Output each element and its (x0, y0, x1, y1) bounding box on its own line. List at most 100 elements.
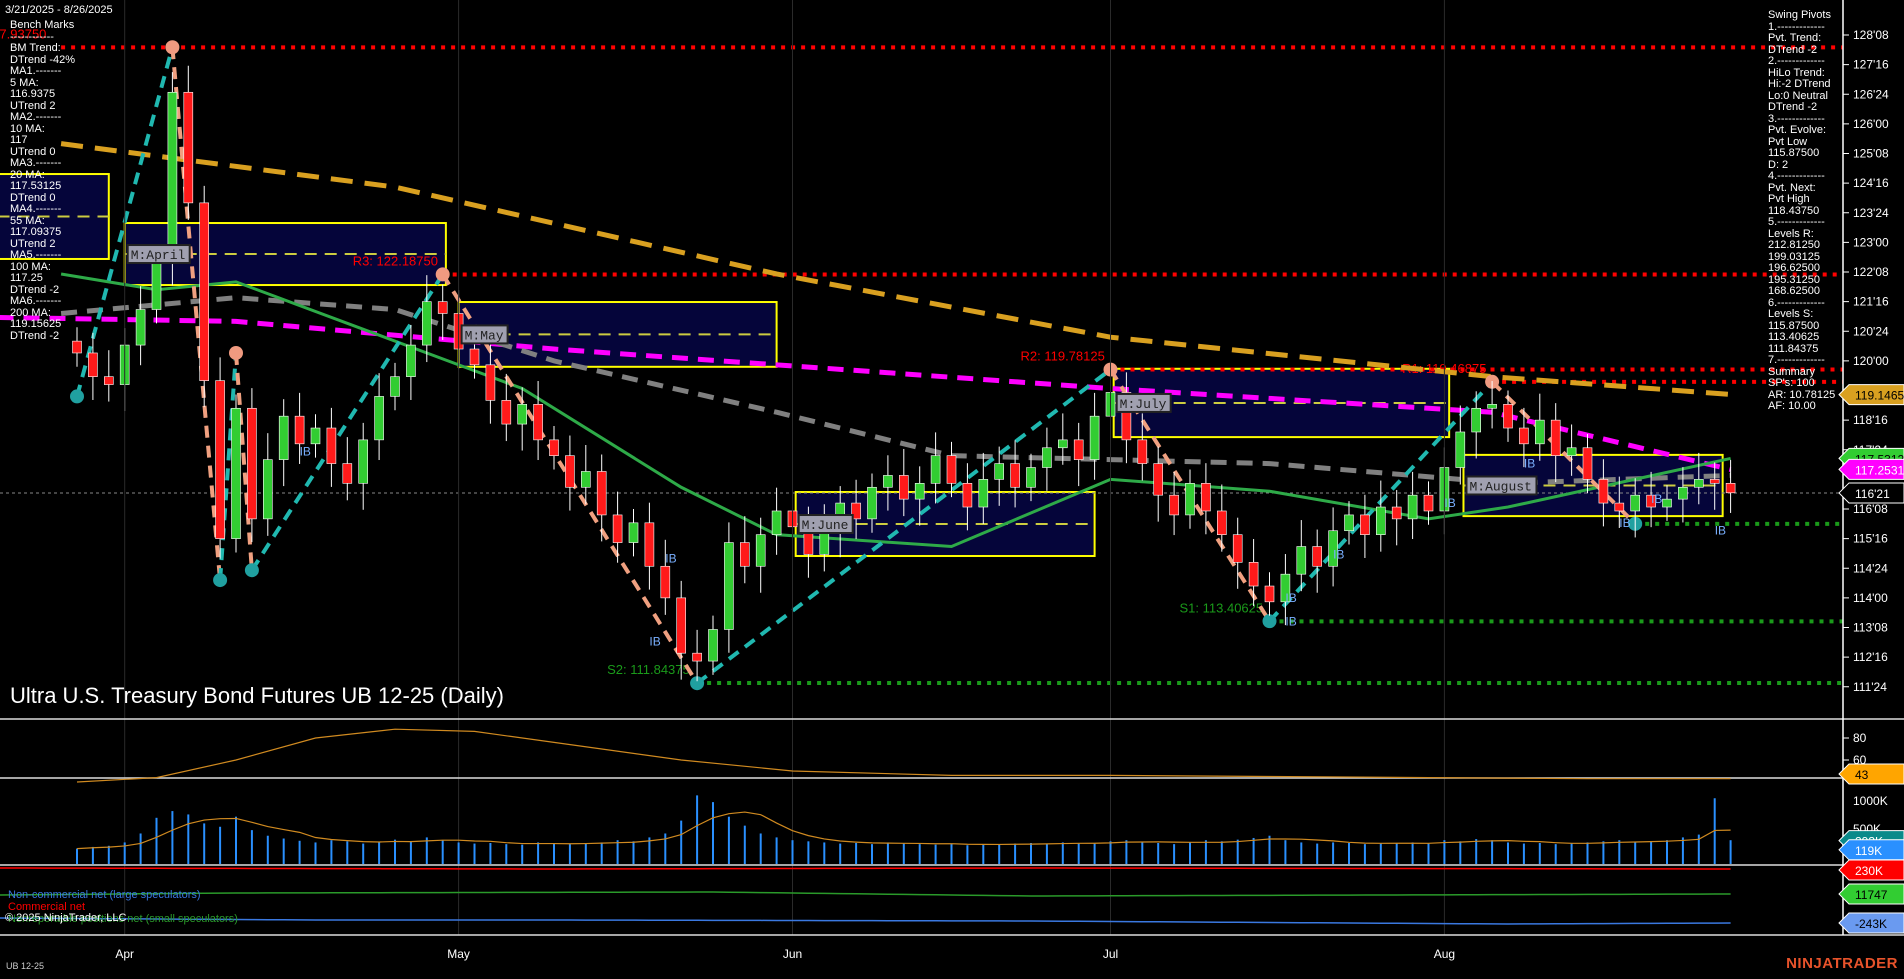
bm-line: BM Trend: (10, 42, 61, 54)
price-chart[interactable]: R4: 127.93750R3: 122.18750R2: 119.78125R… (0, 0, 1904, 979)
sp-line: 212.81250 (1768, 239, 1820, 251)
candle (104, 350, 114, 402)
sp-line: Pvt High (1768, 193, 1810, 205)
y-tick-label: 123'24 (1853, 206, 1889, 220)
ib-label: IB (1285, 615, 1296, 629)
candle-body (390, 376, 400, 397)
candle-body (755, 534, 766, 567)
instrument-label: UB 12-25 (6, 961, 45, 971)
candle (1264, 572, 1275, 616)
candle-body (549, 439, 559, 456)
candle-body (739, 542, 750, 567)
candle-body (342, 463, 353, 484)
y-tick-label: 113'08 (1853, 621, 1888, 635)
candle-body (485, 364, 496, 401)
sp-line: 196.62500 (1768, 262, 1820, 274)
swing-pivots-panel: Swing Pivots 1.------------- Pvt. Trend: DT… (1768, 9, 1835, 413)
monthly-box-label: M:August (1469, 479, 1531, 494)
candle-body (1503, 404, 1513, 429)
ib-label: IB (1524, 457, 1535, 471)
swing-pivot-marker (165, 40, 180, 55)
candle-body (660, 565, 671, 599)
volume-tag: 119K (1855, 844, 1882, 858)
ib-label: IB (1715, 524, 1726, 538)
volume-average-line (76, 811, 1731, 850)
candle-body (1535, 419, 1545, 445)
candle (1042, 427, 1052, 491)
candle-body (1201, 483, 1211, 512)
cot-tag: -243K (1855, 917, 1887, 931)
candle-body (1185, 483, 1195, 516)
ib-label: IB (1285, 591, 1296, 605)
candle-body (167, 91, 178, 263)
candle-body (1391, 506, 1402, 520)
candle (596, 454, 607, 542)
candle-body (1137, 439, 1148, 464)
candle (1248, 539, 1259, 607)
candle-body (437, 301, 448, 314)
candle (262, 433, 273, 536)
candle-body (692, 652, 702, 662)
bm-line: 116.9375 (10, 88, 56, 100)
candle-body (580, 471, 591, 488)
candle-body (1026, 467, 1036, 488)
candle-body (1519, 427, 1529, 445)
candle (739, 516, 750, 584)
candle (692, 629, 702, 682)
candle-body (72, 340, 82, 354)
candle-body (151, 261, 162, 310)
candle-body (1694, 479, 1704, 488)
y-tick-label: 114'24 (1853, 561, 1888, 575)
candle-body (1725, 483, 1736, 494)
bm-line: 117 (10, 134, 28, 146)
indicator-tick-label: 80 (1853, 731, 1867, 745)
moving-average-100ma (0, 314, 1732, 472)
cot-line (0, 917, 1731, 925)
candle-body (724, 542, 734, 630)
sp-line: 5.------------- (1768, 216, 1825, 228)
volume-tick-label: 1000K (1853, 794, 1888, 808)
y-tick-label: 114'00 (1853, 591, 1888, 605)
candle-body (565, 455, 575, 488)
candle-body (1010, 463, 1020, 488)
candle-body (708, 629, 718, 662)
candle-body (1471, 407, 1481, 433)
candle-body (262, 459, 273, 520)
candle-body (1264, 585, 1275, 603)
candle-body (247, 407, 257, 520)
x-tick-label: Jun (783, 947, 802, 961)
cot-line (0, 867, 1731, 870)
candle (183, 65, 194, 220)
sp-line: Hi:-2 DTrend (1768, 78, 1831, 90)
candle (580, 445, 591, 505)
y-tick-label: 120'00 (1853, 354, 1889, 368)
candle (565, 435, 575, 511)
pivot-level-label: S1: 113.40625 (1180, 600, 1264, 615)
monthly-box-label: M:July (1120, 397, 1167, 412)
candle (1312, 529, 1322, 593)
candle-body (310, 427, 321, 445)
y-tick-label: 127'16 (1853, 58, 1889, 72)
sp-line: DTrend -2 (1768, 101, 1818, 113)
y-tick-label: 128'08 (1853, 28, 1889, 42)
swing-pivot-marker (1262, 614, 1277, 629)
sp-line: 4.------------- (1768, 170, 1825, 182)
candle-body (1598, 479, 1609, 504)
candle-body (946, 455, 957, 484)
candle (374, 373, 384, 461)
bm-line: MA6.------- (10, 295, 62, 307)
candle (358, 422, 369, 510)
y-tick-label: 111'24 (1853, 680, 1887, 694)
benchmarks-panel: Bench Marks ------------ BM Trend: DTrend -… (10, 19, 75, 342)
y-tick-label: 122'08 (1853, 265, 1889, 279)
candle-body (628, 522, 639, 543)
bm-line: MA5.------- (10, 249, 62, 261)
candle-body (135, 309, 146, 346)
candle (326, 407, 337, 487)
candle-body (469, 348, 480, 366)
ib-label: IB (1333, 547, 1344, 561)
price-tag: 116'21 (1855, 487, 1890, 501)
candle-body (1423, 494, 1434, 512)
cot-line (0, 891, 1731, 897)
candle-body (1614, 502, 1625, 512)
